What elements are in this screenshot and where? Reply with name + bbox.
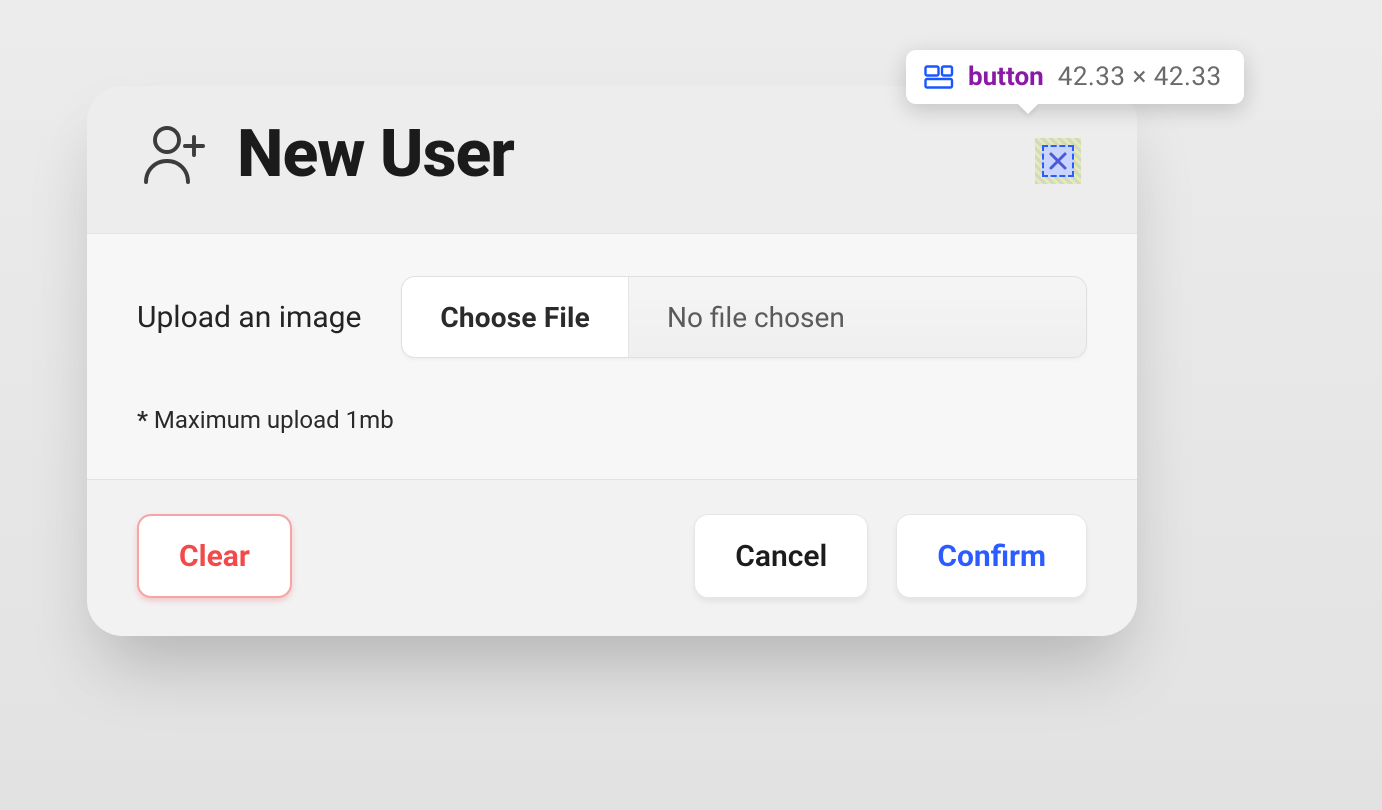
dialog-footer: Clear Cancel Confirm (87, 479, 1137, 636)
tooltip-size: 42.33 × 42.33 (1058, 62, 1222, 92)
clear-button[interactable]: Clear (137, 514, 292, 598)
file-input[interactable]: Choose File No file chosen (401, 276, 1087, 358)
tooltip-tag: button (968, 62, 1044, 92)
upload-hint: * Maximum upload 1mb (137, 406, 1087, 434)
choose-file-button[interactable]: Choose File (402, 277, 629, 357)
cancel-button[interactable]: Cancel (694, 514, 868, 598)
upload-label: Upload an image (137, 300, 361, 335)
close-button[interactable] (1035, 138, 1081, 184)
devtools-element-tooltip: button 42.33 × 42.33 (906, 50, 1244, 104)
file-status: No file chosen (629, 277, 1086, 357)
dialog-body: Upload an image Choose File No file chos… (87, 233, 1137, 479)
close-icon (1048, 151, 1068, 171)
layout-icon (924, 65, 954, 89)
hint-text: Maximum upload 1mb (148, 406, 394, 434)
dialog-title: New User (237, 116, 514, 193)
new-user-dialog: New User Upload an image Choose File No … (87, 86, 1137, 636)
dialog-header: New User (87, 86, 1137, 233)
add-user-icon (137, 119, 209, 191)
hint-asterisk: * (137, 406, 148, 434)
confirm-button[interactable]: Confirm (896, 514, 1087, 598)
